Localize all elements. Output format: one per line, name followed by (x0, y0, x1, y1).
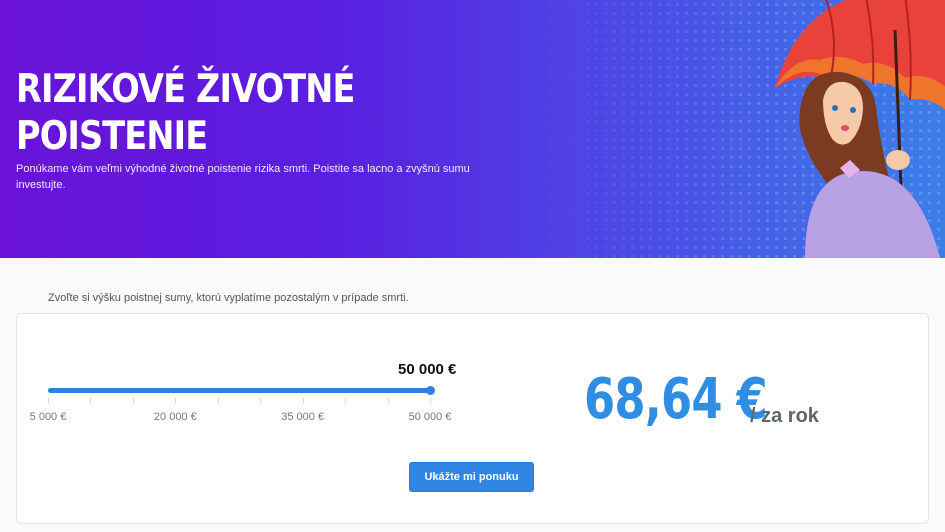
slider-tick (48, 398, 49, 403)
slider-fill (48, 388, 430, 393)
slider-tick (90, 398, 92, 403)
slider-tick (430, 398, 431, 403)
tick-label-35000: 35 000 € (281, 411, 325, 423)
slider-tick (217, 398, 219, 403)
page-title: RIZIKOVÉ ŽIVOTNÉ POISTENIE (16, 66, 377, 160)
hero-subtitle: Ponúkame vám veľmi výhodné životné poist… (16, 163, 470, 191)
woman-with-umbrella-illustration (775, 0, 945, 258)
slider-value-label: 50 000 € (398, 361, 457, 378)
slider-tick (175, 398, 177, 403)
price-period: / za rok (750, 405, 819, 427)
title-line-1: RIZIKOVÉ ŽIVOTNÉ (16, 67, 355, 112)
slider-tick (345, 398, 347, 403)
slider-tick (260, 398, 262, 403)
slider-tick (132, 398, 134, 403)
slider-tick (387, 398, 389, 403)
hero-banner: RIZIKOVÉ ŽIVOTNÉ POISTENIE Ponúkame vám … (0, 0, 945, 258)
tick-label-50000: 50 000 € (408, 411, 452, 423)
insurance-sum-slider[interactable] (48, 386, 435, 395)
show-offer-button[interactable]: Ukážte mi ponuku (409, 462, 534, 492)
title-line-2: POISTENIE (16, 114, 208, 159)
slider-ticks (48, 398, 431, 404)
price-value: 68,64 € (584, 367, 768, 432)
tick-label-5000: 5 000 € (29, 411, 67, 423)
slider-handle[interactable] (426, 386, 435, 395)
sum-hint: Zvoľte si výšku poistnej sumy, ktorú vyp… (48, 292, 409, 304)
tick-label-20000: 20 000 € (153, 411, 197, 423)
slider-tick (302, 398, 304, 403)
